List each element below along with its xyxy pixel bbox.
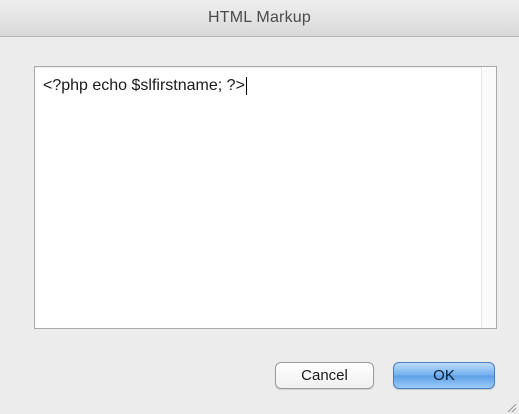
- html-markup-dialog: HTML Markup <?php echo $slfirstname; ?> …: [0, 0, 519, 414]
- ok-button[interactable]: OK: [393, 362, 495, 389]
- title-bar[interactable]: HTML Markup: [0, 0, 519, 37]
- resize-grip-icon[interactable]: [505, 400, 517, 413]
- cancel-button[interactable]: Cancel: [275, 362, 374, 389]
- markup-text-line: <?php echo $slfirstname; ?>: [43, 77, 247, 95]
- markup-text-content: <?php echo $slfirstname; ?>: [43, 77, 245, 94]
- text-caret: [245, 77, 247, 95]
- vertical-scrollbar[interactable]: [481, 67, 496, 328]
- dialog-title: HTML Markup: [208, 9, 311, 26]
- markup-text-area[interactable]: <?php echo $slfirstname; ?>: [34, 66, 497, 329]
